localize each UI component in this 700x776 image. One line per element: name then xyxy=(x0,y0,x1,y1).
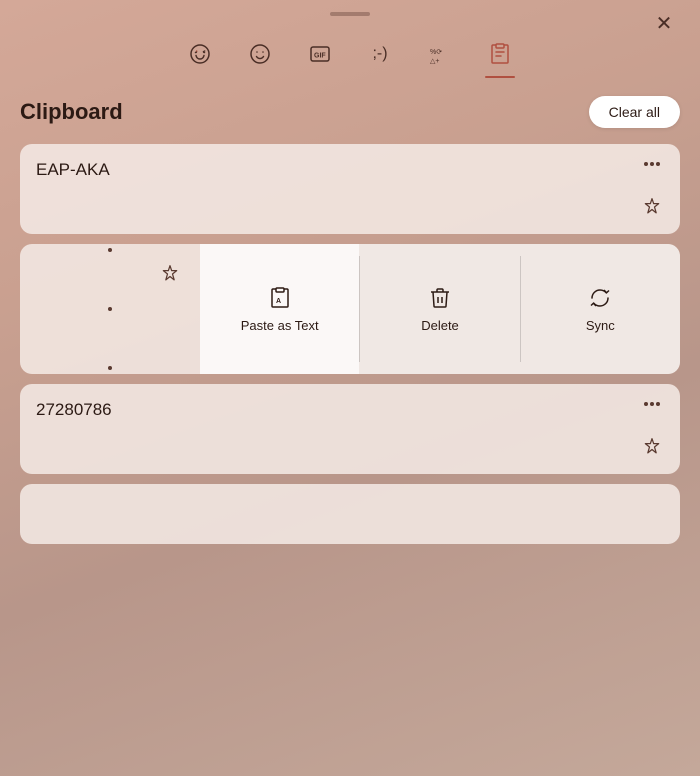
card-2-left xyxy=(20,244,200,374)
symbols-icon: %⟳ △+ xyxy=(428,42,452,66)
sync-icon xyxy=(588,286,612,310)
card-1-pin-button[interactable] xyxy=(638,193,666,224)
clipboard-card-1: EAP-AKA xyxy=(20,144,680,234)
gif-icon: GIF xyxy=(308,42,332,66)
dot xyxy=(650,402,654,406)
kaomoji-icon: ;-) xyxy=(372,45,387,63)
close-icon: ✕ xyxy=(656,14,673,34)
paste-as-text-label: Paste as Text xyxy=(241,318,319,333)
dot xyxy=(108,366,112,370)
drag-handle-area: ✕ xyxy=(0,0,700,24)
delete-button[interactable]: Delete xyxy=(360,244,519,374)
sync-label: Sync xyxy=(586,318,615,333)
clear-all-button[interactable]: Clear all xyxy=(589,96,680,128)
dot xyxy=(108,248,112,252)
context-menu: A Paste as Text xyxy=(200,244,680,374)
emoji-tab[interactable] xyxy=(234,32,286,76)
dot xyxy=(650,162,654,166)
delete-label: Delete xyxy=(421,318,459,333)
svg-text:△+: △+ xyxy=(430,58,439,65)
dot xyxy=(644,162,648,166)
svg-text:GIF: GIF xyxy=(314,53,326,60)
delete-icon xyxy=(428,286,452,310)
cards-container: EAP-AKA xyxy=(20,144,680,766)
drag-handle xyxy=(330,12,370,16)
card-3-text: 27280786 xyxy=(36,400,152,419)
card-2-more-button[interactable] xyxy=(20,244,200,374)
header-row: Clipboard Clear all xyxy=(20,96,680,128)
kaomoji-tab[interactable]: ;-) xyxy=(354,32,406,76)
dot xyxy=(108,307,112,311)
symbols-tab[interactable]: %⟳ △+ xyxy=(414,32,466,76)
card-1-more-button[interactable] xyxy=(638,158,666,170)
sticker-icon xyxy=(188,42,212,66)
dot xyxy=(644,402,648,406)
clipboard-icon xyxy=(488,42,512,66)
sync-button[interactable]: Sync xyxy=(521,244,680,374)
clipboard-card-3: 27280786 xyxy=(20,384,680,474)
close-button[interactable]: ✕ xyxy=(648,8,680,40)
svg-text:A: A xyxy=(276,298,281,305)
sticker-tab[interactable] xyxy=(174,32,226,76)
main-content: Clipboard Clear all EAP-AKA xyxy=(0,76,700,776)
pin-icon xyxy=(642,197,662,217)
clipboard-panel: ✕ xyxy=(0,0,700,776)
pin-icon xyxy=(642,437,662,457)
icon-toolbar: GIF ;-) %⟳ △+ xyxy=(0,24,700,76)
card-1-text: EAP-AKA xyxy=(36,160,150,179)
clipboard-title: Clipboard xyxy=(20,99,123,125)
gif-tab[interactable]: GIF xyxy=(294,32,346,76)
clipboard-tab[interactable] xyxy=(474,32,526,76)
card-3-more-button[interactable] xyxy=(638,398,666,410)
emoji-icon xyxy=(248,42,272,66)
dot xyxy=(656,162,660,166)
svg-text:%⟳: %⟳ xyxy=(430,49,442,56)
dot xyxy=(656,402,660,406)
paste-as-text-button[interactable]: A Paste as Text xyxy=(200,244,359,374)
clipboard-card-2: A Paste as Text xyxy=(20,244,680,374)
paste-as-text-icon: A xyxy=(268,286,292,310)
card-3-pin-button[interactable] xyxy=(638,433,666,464)
clipboard-card-4 xyxy=(20,484,680,544)
